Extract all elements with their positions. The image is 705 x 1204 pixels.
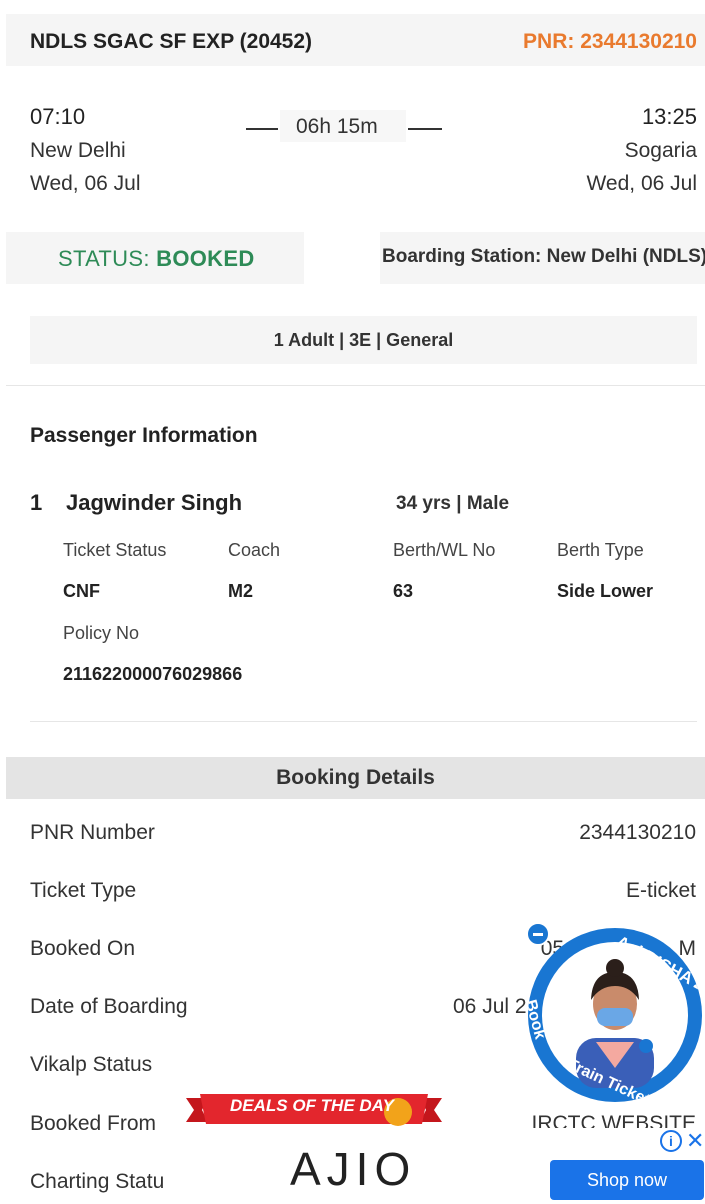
ad-banner[interactable]: AJIO Shop now i ✕ [180,1128,705,1204]
departure-date: Wed, 06 Jul [30,172,141,195]
booking-row-label: Date of Boarding [30,995,188,1018]
pnr-header[interactable]: PNR: 2344130210 [523,30,697,54]
arrival-time: 13:25 [641,104,697,129]
askdisha-widget[interactable]: AskDISHA 2.0 Book Train Ticket [528,928,702,1102]
ad-brand-logo[interactable]: AJIO [290,1142,416,1196]
booking-details-title: Booking Details [276,766,435,789]
booking-row-label: Vikalp Status [30,1053,153,1076]
berth-type-label: Berth Type [557,540,644,560]
fare-summary: 1 Adult | 3E | General [273,330,454,350]
train-name: NDLS SGAC SF EXP (20452) [30,30,313,53]
boarding-station: Boarding Station: New Delhi (NDLS) [382,246,705,267]
policy-label: Policy No [63,623,140,643]
passenger-number: 1 [30,490,43,515]
section-divider [6,385,705,386]
passenger-age-gender: 34 yrs | Male [396,493,510,514]
departure-time: 07:10 [30,104,86,129]
ticket-status-value: CNF [63,581,100,601]
booking-row-label: Booked From [30,1112,157,1135]
booking-row-label: Ticket Type [30,879,137,902]
status-value: BOOKED [156,246,255,271]
passenger-divider [30,721,697,722]
booking-row-label: Charting Statu [30,1170,165,1193]
shop-now-button[interactable]: Shop now [550,1160,704,1200]
coach-label: Coach [228,540,281,560]
deals-of-the-day-label: DEALS OF THE DAY [230,1096,395,1115]
booking-row-label: Booked On [30,937,136,960]
ticket-status-label: Ticket Status [63,540,167,560]
booking-row-value: E-ticket [625,879,696,902]
berth-value: 63 [393,581,414,601]
duration-line-right [408,128,442,130]
arrival-date: Wed, 06 Jul [586,172,697,195]
berth-type-value: Side Lower [557,581,654,601]
coach-value: M2 [228,581,254,601]
boarding-station-box: Boarding Station: New Delhi (NDLS) [380,232,705,284]
booking-details-header: Booking Details [6,757,705,799]
passenger-section-title: Passenger Information [30,424,258,447]
policy-value: 211622000076029866 [63,664,243,684]
ad-info-icon[interactable]: i [660,1130,682,1152]
ad-close-icon[interactable]: ✕ [686,1128,704,1154]
fare-summary-box: 1 Adult | 3E | General [30,316,697,364]
minimize-icon[interactable] [526,922,550,946]
passenger-name: Jagwinder Singh [66,490,243,515]
status-label: STATUS: [58,246,157,271]
booking-row-label: PNR Number [30,821,155,844]
booking-row-value: 2344130210 [579,821,696,844]
arrival-city: Sogaria [624,139,697,162]
booking-status: STATUS: BOOKED [58,246,255,272]
duration-line-left [246,128,278,130]
journey-duration: 06h 15m [296,115,378,138]
departure-city: New Delhi [30,139,126,162]
berth-label: Berth/WL No [393,540,496,560]
